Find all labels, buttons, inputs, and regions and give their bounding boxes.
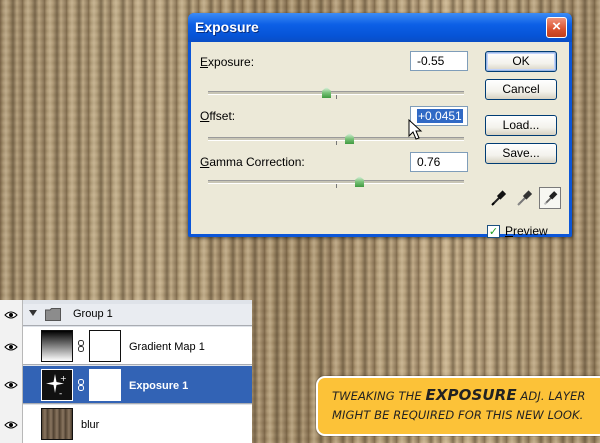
layer-name: blur [81, 419, 100, 431]
layer-mask-thumbnail [89, 330, 121, 362]
annotation-text: TWEAKING THE EXPOSURE ADJ. LAYER MIGHT B… [332, 386, 600, 425]
layer-row[interactable]: Gradient Map 1 [23, 327, 252, 365]
gamma-value: 0.76 [417, 155, 441, 169]
annotation-emphasis: EXPOSURE [425, 386, 517, 404]
layer-row[interactable]: blur [23, 405, 252, 443]
offset-slider[interactable] [208, 133, 464, 145]
expand-triangle-icon[interactable] [29, 310, 37, 316]
ok-button[interactable]: OK [485, 51, 557, 72]
group-name: Group 1 [73, 308, 113, 320]
white-point-eyedropper-icon[interactable] [539, 187, 561, 209]
layers-panel: Group 1 Gradient Map 1 + - Exposure 1 bl… [0, 300, 252, 443]
dialog-titlebar[interactable]: Exposure × [188, 13, 572, 42]
slider-center-tick [336, 95, 337, 99]
cancel-button[interactable]: Cancel [485, 79, 557, 100]
preview-label-text: review [513, 224, 548, 238]
exposure-label: Exposure: [200, 55, 255, 69]
annotation-pre: TWEAKING THE [332, 389, 426, 403]
slider-center-tick [336, 184, 337, 188]
exposure-slider-thumb[interactable] [322, 87, 331, 98]
close-icon: × [552, 18, 561, 35]
blur-layer-thumbnail [41, 408, 73, 440]
black-point-eyedropper-icon[interactable] [487, 187, 509, 209]
checkmark-icon: ✓ [488, 225, 499, 238]
gamma-label: Gamma Correction: [200, 155, 305, 169]
annotation-callout: TWEAKING THE EXPOSURE ADJ. LAYER MIGHT B… [316, 376, 600, 436]
exposure-value: -0.55 [417, 54, 445, 68]
layer-name: Gradient Map 1 [129, 341, 205, 353]
folder-icon [45, 308, 61, 321]
gray-point-eyedropper-icon[interactable] [513, 187, 535, 209]
gamma-value-field[interactable]: 0.76 [410, 152, 468, 172]
save-button[interactable]: Save... [485, 143, 557, 164]
preview-checkbox[interactable]: ✓ [487, 225, 500, 238]
svg-text:+: + [60, 374, 67, 383]
svg-text:-: - [59, 389, 62, 399]
exposure-dialog: Exposure × Exposure: -0.55 Offset: +0.04… [188, 13, 572, 238]
eye-icon[interactable] [4, 342, 18, 352]
slider-center-tick [336, 141, 337, 145]
layer-name: Exposure 1 [129, 380, 189, 392]
gamma-slider[interactable] [208, 176, 464, 188]
dialog-body: Exposure: -0.55 Offset: +0.0451 Gamma Co… [191, 42, 569, 238]
offset-label-text: ffset: [209, 109, 236, 123]
exposure-value-field[interactable]: -0.55 [410, 51, 468, 71]
link-chain-icon[interactable] [78, 340, 84, 352]
gamma-slider-thumb[interactable] [355, 176, 364, 187]
load-button[interactable]: Load... [485, 115, 557, 136]
exposure-slider[interactable] [208, 87, 464, 99]
layer-mask-thumbnail [89, 369, 121, 401]
gradient-map-thumbnail [41, 330, 73, 362]
offset-label: Offset: [200, 109, 236, 123]
gamma-label-text: amma Correction: [209, 155, 305, 169]
layer-group-row[interactable]: Group 1 [23, 304, 252, 326]
eye-icon[interactable] [4, 380, 18, 390]
mouse-cursor-icon [408, 119, 423, 140]
link-chain-icon[interactable] [78, 379, 84, 391]
preview-label[interactable]: Preview [505, 224, 548, 238]
close-button[interactable]: × [546, 17, 567, 38]
layer-row-selected[interactable]: + - Exposure 1 [23, 366, 252, 404]
offset-slider-thumb[interactable] [345, 133, 354, 144]
exposure-adjustment-icon: + - [41, 369, 73, 401]
eye-icon[interactable] [4, 420, 18, 430]
eye-icon[interactable] [4, 310, 18, 320]
dialog-title: Exposure [195, 19, 259, 35]
exposure-label-text: xposure: [208, 55, 255, 69]
